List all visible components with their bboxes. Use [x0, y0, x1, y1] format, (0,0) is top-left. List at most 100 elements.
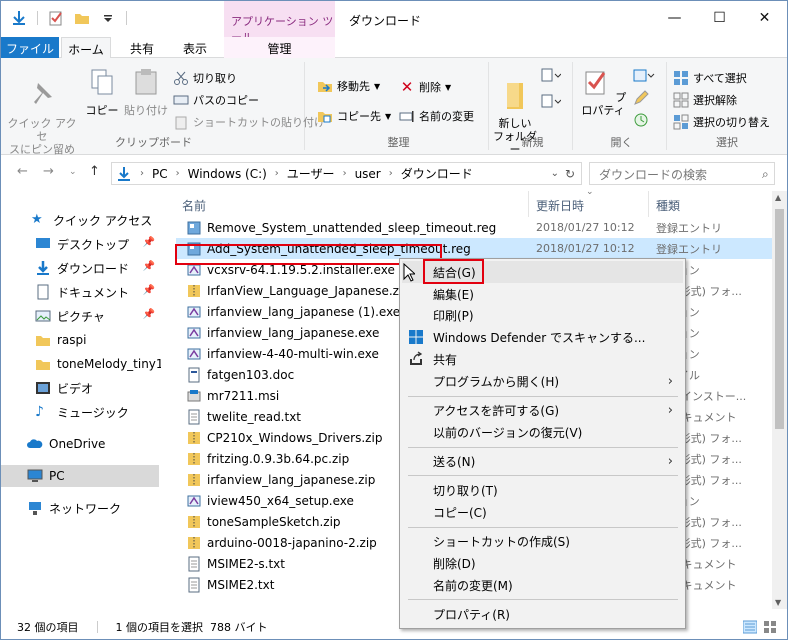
nav-videos[interactable]: ビデオ	[35, 377, 161, 399]
column-separator[interactable]	[528, 191, 529, 217]
breadcrumb-users[interactable]: ユーザー	[287, 165, 335, 182]
details-view-icon[interactable]	[743, 620, 757, 634]
file-row[interactable]: Remove_System_unattended_sleep_timeout.r…	[176, 217, 772, 238]
new-group-label: 新規	[521, 136, 544, 149]
nav-raspi[interactable]: raspi	[35, 329, 161, 351]
breadcrumb-drive[interactable]: Windows (C:)	[188, 167, 267, 181]
nav-desktop[interactable]: デスクトップ 📌	[35, 233, 161, 255]
refresh-icon[interactable]: ↻	[565, 167, 575, 181]
nav-quick-access[interactable]: ★ クイック アクセス	[31, 209, 191, 231]
menu-give-access[interactable]: アクセスを許可する(G) ›	[402, 399, 683, 421]
menu-delete[interactable]: 削除(D)	[402, 552, 683, 574]
text-file-icon	[188, 409, 200, 424]
scroll-thumb[interactable]	[775, 209, 784, 429]
breadcrumb-pc[interactable]: PC	[152, 167, 168, 181]
recent-chevron-icon[interactable]: ⌄	[69, 167, 77, 177]
copy-path-button[interactable]: パスのコピー	[173, 92, 259, 108]
nav-pictures[interactable]: ピクチャ 📌	[35, 305, 161, 327]
down-arrow-icon[interactable]	[11, 10, 27, 26]
cloud-icon	[27, 439, 43, 448]
nav-network[interactable]: ネットワーク	[27, 497, 161, 519]
new-item-icon[interactable]	[541, 68, 562, 87]
menu-print[interactable]: 印刷(P)	[402, 304, 683, 326]
column-name[interactable]: 名前	[182, 191, 206, 217]
quick-access-toolbar	[11, 10, 127, 26]
registry-file-icon	[187, 221, 201, 234]
invert-selection-button[interactable]: 選択の切り替え	[673, 114, 770, 130]
nav-onedrive[interactable]: OneDrive	[27, 433, 161, 455]
select-none-icon	[673, 92, 689, 108]
column-date[interactable]: 更新日時	[536, 191, 584, 217]
column-type[interactable]: 種類	[656, 191, 680, 217]
easy-access-icon[interactable]	[541, 94, 562, 113]
executable-icon	[187, 327, 201, 338]
paste-button[interactable]: 貼り付け	[123, 66, 169, 117]
search-box[interactable]: ダウンロードの検索	[589, 162, 775, 185]
select-all-button[interactable]: すべて選択	[673, 70, 747, 86]
menu-open-with[interactable]: プログラムから開く(H) ›	[402, 370, 683, 392]
submenu-arrow-icon: ›	[667, 402, 673, 418]
back-arrow-icon[interactable]: ←	[17, 164, 28, 179]
cut-button[interactable]: 切り取り	[173, 70, 237, 86]
menu-edit[interactable]: 編集(E)	[402, 283, 683, 305]
invert-selection-icon	[673, 114, 689, 130]
large-icons-view-icon[interactable]	[763, 620, 777, 634]
tab-manage[interactable]: 管理	[224, 37, 335, 58]
rename-icon	[399, 111, 414, 122]
menu-send-to[interactable]: 送る(N) ›	[402, 450, 683, 472]
nav-downloads[interactable]: ダウンロード 📌	[35, 257, 161, 279]
address-dropdown-icon[interactable]: ⌄	[551, 168, 559, 179]
search-icon[interactable]: ⌕	[762, 167, 769, 182]
tab-share[interactable]: 共有	[119, 37, 165, 58]
maximize-button[interactable]: ☐	[697, 1, 742, 35]
select-none-button[interactable]: 選択解除	[673, 92, 737, 108]
download-icon	[37, 261, 49, 275]
scroll-up-icon[interactable]: ▲	[775, 193, 781, 202]
nav-tonemelody[interactable]: toneMelody_tiny13a	[35, 353, 161, 375]
menu-restore-versions[interactable]: 以前のバージョンの復元(V)	[402, 421, 683, 443]
menu-create-shortcut[interactable]: ショートカットの作成(S)	[402, 530, 683, 552]
menu-rename[interactable]: 名前の変更(M)	[402, 574, 683, 596]
tab-view[interactable]: 表示	[173, 37, 217, 58]
select-group-label: 選択	[716, 136, 738, 149]
forward-arrow-icon[interactable]: →	[43, 164, 54, 179]
menu-copy[interactable]: コピー(C)	[402, 501, 683, 523]
ribbon-tabs: ファイル ホーム 共有 表示 管理 ⌄ ?	[1, 37, 787, 90]
close-button[interactable]: ✕	[742, 1, 787, 35]
properties-check-icon[interactable]	[48, 10, 64, 26]
breadcrumb-user[interactable]: user	[355, 167, 381, 181]
open-icon[interactable]	[633, 68, 655, 87]
sort-chevron-icon: ⌄	[586, 191, 594, 197]
history-icon[interactable]	[633, 112, 649, 131]
zip-folder-icon	[188, 515, 200, 528]
nav-pc[interactable]: PC	[1, 465, 159, 487]
scroll-down-icon[interactable]: ▼	[775, 598, 781, 607]
nav-documents[interactable]: ドキュメント 📌	[35, 281, 161, 303]
up-arrow-icon[interactable]: ↑	[89, 164, 100, 179]
tab-home[interactable]: ホーム	[61, 37, 111, 59]
menu-cut[interactable]: 切り取り(T)	[402, 479, 683, 501]
copy-button[interactable]: コピー	[83, 66, 121, 117]
open-group-label: 開く	[610, 136, 633, 149]
address-bar[interactable]: › PC › Windows (C:) › ユーザー › user › ダウンロ…	[111, 162, 582, 185]
column-separator[interactable]	[648, 191, 649, 217]
copy-to-button[interactable]: コピー先 ▼	[317, 108, 391, 124]
zip-folder-icon	[188, 452, 200, 465]
paste-shortcut-button[interactable]: ショートカットの貼り付け	[173, 114, 325, 130]
vertical-scrollbar[interactable]: ▲ ▼	[772, 191, 787, 609]
rename-button[interactable]: 名前の変更	[399, 108, 474, 124]
customize-chevron-icon[interactable]	[100, 10, 116, 26]
move-to-button[interactable]: 移動先 ▼	[317, 78, 380, 94]
new-folder-icon[interactable]	[74, 10, 90, 26]
menu-share[interactable]: 共有	[402, 348, 683, 370]
menu-defender-scan[interactable]: Windows Defender でスキャンする...	[402, 326, 683, 348]
minimize-button[interactable]: —	[652, 1, 697, 35]
tab-file[interactable]: ファイル	[1, 37, 59, 58]
edit-icon[interactable]	[633, 90, 649, 109]
nav-music[interactable]: ♪ ミュージック	[35, 401, 161, 423]
properties-button[interactable]: プロパティ	[577, 66, 629, 117]
menu-properties[interactable]: プロパティ(R)	[402, 603, 683, 625]
breadcrumb-downloads[interactable]: ダウンロード	[401, 165, 473, 182]
delete-button[interactable]: ✕ 削除 ▼	[399, 78, 451, 96]
copy-icon	[91, 69, 113, 95]
